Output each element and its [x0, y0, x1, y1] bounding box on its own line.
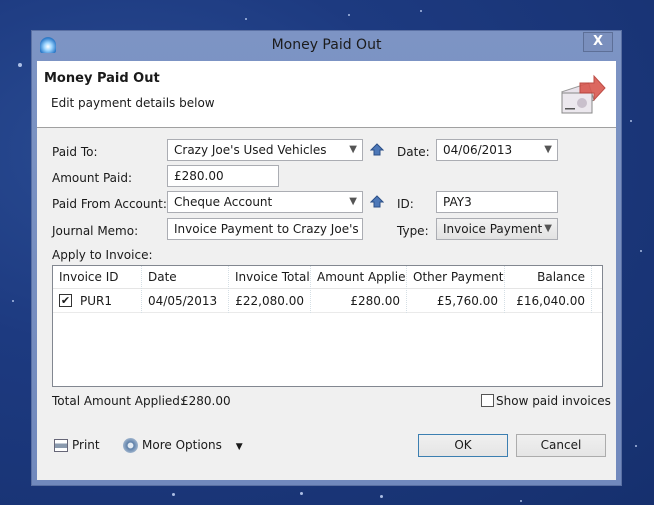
- column-header-balance[interactable]: Balance: [505, 266, 592, 289]
- show-paid-invoices-checkbox[interactable]: [481, 394, 494, 407]
- date-cell: 04/05/2013: [142, 290, 229, 313]
- apply-to-invoice-label: Apply to Invoice:: [52, 248, 153, 262]
- go-to-account-arrow-icon[interactable]: [370, 195, 384, 209]
- amount-applied-cell[interactable]: £280.00: [311, 290, 407, 313]
- invoice-id-value: PUR1: [80, 294, 112, 308]
- ok-button[interactable]: OK: [418, 434, 508, 457]
- chevron-down-icon: ▼: [544, 223, 552, 234]
- window-title: Money Paid Out: [271, 37, 382, 53]
- chevron-down-icon: ▼: [349, 144, 357, 155]
- title-bar: Money Paid Out X: [32, 31, 621, 61]
- date-value: 04/06/2013: [443, 143, 513, 157]
- header-subtitle: Edit payment details below: [51, 96, 215, 110]
- type-dropdown[interactable]: Invoice Payment ▼: [436, 218, 558, 240]
- dropdown-arrow-icon: ▼: [235, 442, 243, 452]
- date-label: Date:: [397, 145, 430, 159]
- id-label: ID:: [397, 197, 414, 211]
- table-row[interactable]: ✔ PUR1 04/05/2013 £22,080.00 £280.00 £5,7…: [53, 290, 602, 313]
- paid-to-label: Paid To:: [52, 145, 98, 159]
- table-header: Invoice ID Date Invoice Total Amount App…: [53, 266, 602, 289]
- close-button[interactable]: X: [583, 32, 613, 52]
- paid-from-account-value: Cheque Account: [174, 195, 273, 209]
- column-header-amount-applied[interactable]: Amount Applied: [311, 266, 407, 289]
- balance-cell: £16,040.00: [505, 290, 592, 313]
- column-header-invoice-id[interactable]: Invoice ID: [53, 266, 142, 289]
- column-header-other-payments[interactable]: Other Payments: [407, 266, 505, 289]
- invoice-id-cell: ✔ PUR1: [53, 290, 142, 313]
- dialog-header: Money Paid Out Edit payment details belo…: [37, 61, 616, 128]
- chevron-down-icon: ▼: [349, 196, 357, 207]
- id-input[interactable]: PAY3: [436, 191, 558, 213]
- chevron-down-icon: ▼: [544, 144, 552, 155]
- paid-to-value: Crazy Joe's Used Vehicles: [174, 143, 327, 157]
- paid-from-account-label: Paid From Account:: [52, 197, 167, 211]
- more-options-button[interactable]: More Options ▼: [123, 438, 243, 453]
- money-paid-out-window: Money Paid Out X Money Paid Out Edit pay…: [31, 30, 622, 486]
- printer-icon: [54, 439, 68, 452]
- print-button[interactable]: Print: [54, 438, 100, 452]
- type-value: Invoice Payment: [443, 222, 543, 236]
- amount-paid-label: Amount Paid:: [52, 171, 133, 185]
- date-picker[interactable]: 04/06/2013 ▼: [436, 139, 558, 161]
- dialog-body: Money Paid Out Edit payment details belo…: [37, 61, 616, 480]
- gear-icon: [123, 438, 138, 453]
- journal-memo-label: Journal Memo:: [52, 224, 139, 238]
- paid-from-account-dropdown[interactable]: Cheque Account ▼: [167, 191, 363, 213]
- header-title: Money Paid Out: [44, 71, 160, 86]
- column-header-invoice-total[interactable]: Invoice Total: [229, 266, 311, 289]
- column-header-date[interactable]: Date: [142, 266, 229, 289]
- journal-memo-input[interactable]: Invoice Payment to Crazy Joe's Used Vehi…: [167, 218, 363, 240]
- other-payments-cell: £5,760.00: [407, 290, 505, 313]
- invoice-total-cell: £22,080.00: [229, 290, 311, 313]
- print-label: Print: [72, 438, 100, 452]
- go-to-card-arrow-icon[interactable]: [370, 143, 384, 157]
- show-paid-invoices-toggle[interactable]: Show paid invoices: [481, 394, 611, 408]
- amount-paid-input[interactable]: £280.00: [167, 165, 279, 187]
- apply-checkbox[interactable]: ✔: [59, 294, 72, 307]
- money-paid-out-icon: [561, 74, 606, 114]
- show-paid-invoices-label: Show paid invoices: [496, 394, 611, 408]
- more-options-label: More Options: [142, 438, 222, 452]
- type-label: Type:: [397, 224, 429, 238]
- paid-to-dropdown[interactable]: Crazy Joe's Used Vehicles ▼: [167, 139, 363, 161]
- invoice-table: Invoice ID Date Invoice Total Amount App…: [52, 265, 603, 387]
- cancel-button[interactable]: Cancel: [516, 434, 606, 457]
- total-amount-applied-label: Total Amount Applied:: [52, 394, 184, 408]
- total-amount-applied-value: £280.00: [181, 394, 231, 408]
